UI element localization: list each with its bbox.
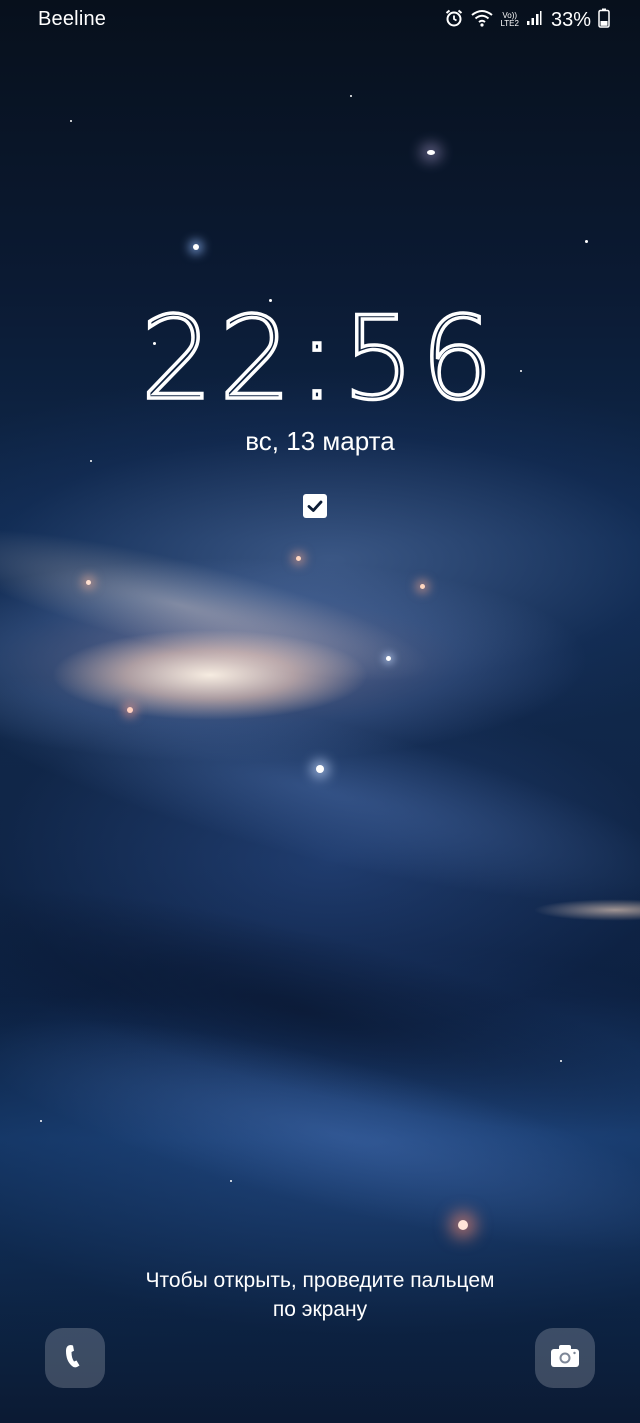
galaxy-band xyxy=(0,630,640,950)
clock-separator: : xyxy=(296,290,343,427)
unlock-hint: Чтобы открыть, проведите пальцем по экра… xyxy=(0,1266,640,1324)
carrier-name: Beeline xyxy=(38,8,107,30)
star xyxy=(350,95,352,97)
star xyxy=(127,707,133,713)
signal-icon xyxy=(526,10,542,31)
lockscreen-date: вс, 13 марта xyxy=(245,426,395,456)
checkbox-task-icon[interactable] xyxy=(303,494,327,518)
star xyxy=(386,656,391,661)
status-bar: Beeline Vo)) LTE2 33% xyxy=(0,0,640,40)
unlock-hint-line-2: по экрану xyxy=(272,1298,368,1321)
lte-label: LTE2 xyxy=(500,19,519,28)
camera-shortcut-button[interactable] xyxy=(535,1328,595,1388)
clock-minutes: 56 xyxy=(340,290,500,427)
galaxy-band xyxy=(0,835,640,1185)
lock-screen[interactable]: Beeline Vo)) LTE2 33% 22:56 вс, 13 марта… xyxy=(0,0,640,1423)
star xyxy=(70,120,72,122)
star xyxy=(193,244,199,250)
alarm-icon xyxy=(444,8,464,33)
star xyxy=(585,240,588,243)
wifi-icon xyxy=(471,9,494,32)
camera-icon xyxy=(549,1342,581,1374)
star xyxy=(90,460,92,462)
galaxy-band xyxy=(0,970,640,1300)
battery-percent: 33% xyxy=(550,8,591,31)
clock-hours: 22 xyxy=(139,290,298,427)
star xyxy=(560,1060,562,1062)
star xyxy=(296,556,301,561)
phone-icon xyxy=(60,1341,90,1375)
star xyxy=(40,1120,42,1122)
phone-shortcut-button[interactable] xyxy=(45,1328,105,1388)
star xyxy=(458,1220,468,1230)
status-icons: Vo)) LTE2 33% xyxy=(444,8,610,32)
star xyxy=(420,584,425,589)
star xyxy=(427,150,435,155)
star xyxy=(316,765,324,773)
unlock-hint-line-1: Чтобы открыть, проведите пальцем xyxy=(145,1269,495,1292)
battery-icon xyxy=(598,8,610,33)
volte-lte2-icon: Vo)) LTE2 xyxy=(500,12,519,28)
star xyxy=(86,580,91,585)
star xyxy=(230,1180,232,1182)
lockscreen-clock: 22:56 xyxy=(0,290,640,427)
galaxy-band xyxy=(0,498,444,712)
